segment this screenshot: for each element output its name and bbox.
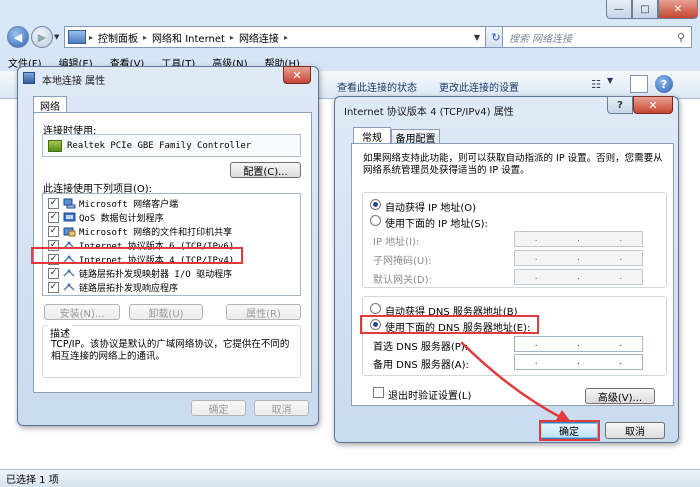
ok-button[interactable]: 确定: [191, 400, 246, 416]
manual-dns-label[interactable]: 使用下面的 DNS 服务器地址(E):: [385, 319, 530, 334]
advanced-button[interactable]: 高级(V)...: [585, 388, 655, 404]
back-arrow-icon[interactable]: ◀: [7, 26, 29, 48]
help-icon[interactable]: ?: [607, 96, 633, 114]
ip-address-label: IP 地址(I):: [373, 237, 420, 248]
alternate-dns-field[interactable]: ...: [514, 354, 643, 370]
list-item[interactable]: ✓ 链路层拓扑发现映射器 I/O 驱动程序: [48, 267, 232, 280]
list-item[interactable]: ✓ Microsoft 网络的文件和打印机共享: [48, 225, 232, 238]
change-settings-command[interactable]: 更改此连接的设置: [439, 79, 519, 94]
network-adapter-icon: [23, 72, 35, 84]
radio-selected-dot: [373, 322, 378, 327]
selection-status: 已选择 1 项: [6, 475, 59, 486]
close-icon[interactable]: ✕: [283, 66, 311, 84]
breadcrumb-separator-icon[interactable]: ▸: [227, 33, 237, 42]
close-icon[interactable]: ✕: [633, 96, 673, 114]
maximize-button[interactable]: □: [632, 0, 658, 19]
breadcrumb-network-internet[interactable]: 网络和 Internet: [150, 30, 227, 45]
adapter-name: Realtek PCIe GBE Family Controller: [67, 140, 252, 151]
auto-ip-label[interactable]: 自动获得 IP 地址(O): [385, 199, 476, 214]
item-checkbox[interactable]: ✓: [48, 282, 59, 293]
breadcrumb-network-connections[interactable]: 网络连接: [237, 30, 281, 45]
validate-settings-label[interactable]: 退出时验证设置(L): [388, 387, 471, 402]
ok-highlight-annotation: [539, 420, 600, 441]
search-input[interactable]: 搜索 网络连接 ⚲: [502, 26, 692, 48]
tab-alternate-configuration[interactable]: 备用配置: [391, 129, 440, 145]
components-list: ✓ Microsoft 网络客户端 ✓ QoS 数据包计划程序 ✓ Micros…: [42, 193, 301, 296]
item-checkbox[interactable]: ✓: [48, 268, 59, 279]
file-share-icon: [63, 227, 76, 237]
preferred-dns-field[interactable]: ...: [514, 336, 643, 352]
preview-pane-icon[interactable]: [630, 75, 648, 93]
cancel-button[interactable]: 取消: [605, 422, 665, 439]
recent-pages-chevron-icon[interactable]: ▼: [54, 33, 59, 41]
control-panel-icon: [68, 30, 86, 44]
radio-selected-dot: [373, 202, 378, 207]
protocol-icon: [63, 283, 75, 291]
cancel-button[interactable]: 取消: [254, 400, 309, 416]
manual-dns-radio[interactable]: [370, 319, 381, 330]
protocol-icon: [63, 269, 75, 277]
item-checkbox[interactable]: ✓: [48, 198, 59, 209]
list-item[interactable]: ✓ Microsoft 网络客户端: [48, 197, 178, 210]
breadcrumb-separator-icon[interactable]: ▸: [140, 33, 150, 42]
close-window-button[interactable]: ✕: [658, 0, 698, 19]
breadcrumb-separator-icon[interactable]: ▸: [281, 33, 291, 42]
ipv4-highlight-annotation: [31, 247, 243, 264]
network-client-icon: [63, 198, 76, 209]
item-label: QoS 数据包计划程序: [79, 214, 164, 224]
preferred-dns-label: 首选 DNS 服务器(P):: [373, 342, 469, 353]
intro-text: 如果网络支持此功能，则可以获取自动指派的 IP 设置。否则，您需要从网络系统管理…: [363, 153, 663, 176]
subnet-mask-field[interactable]: ...: [514, 250, 643, 266]
ip-address-field[interactable]: ...: [514, 231, 643, 247]
status-bar: 已选择 1 项: [0, 469, 700, 487]
manual-ip-radio[interactable]: [370, 215, 381, 226]
search-placeholder: 搜索 网络连接: [509, 33, 573, 45]
dialog-title: Internet 协议版本 4 (TCP/IPv4) 属性: [344, 107, 514, 118]
adapter-box: Realtek PCIe GBE Family Controller: [42, 134, 301, 157]
item-checkbox[interactable]: ✓: [48, 212, 59, 223]
help-icon[interactable]: ?: [655, 75, 673, 93]
item-label: Microsoft 网络的文件和打印机共享: [79, 228, 233, 238]
auto-dns-radio[interactable]: [370, 303, 381, 314]
item-label: 链路层拓扑发现响应程序: [79, 284, 179, 294]
item-checkbox[interactable]: ✓: [48, 226, 59, 237]
breadcrumb-control-panel[interactable]: 控制面板: [96, 30, 140, 45]
uninstall-button[interactable]: 卸载(U): [129, 304, 203, 320]
properties-button[interactable]: 属性(R): [226, 304, 301, 320]
install-button[interactable]: 安装(N)...: [44, 304, 120, 320]
view-status-command[interactable]: 查看此连接的状态: [337, 79, 417, 94]
breadcrumb-separator-icon[interactable]: ▸: [86, 33, 96, 42]
minimize-button[interactable]: —: [606, 0, 632, 19]
network-card-icon: [48, 139, 62, 152]
view-options-icon[interactable]: ☷: [585, 75, 607, 93]
search-icon[interactable]: ⚲: [677, 31, 685, 44]
alternate-dns-label: 备用 DNS 服务器(A):: [373, 360, 469, 371]
list-item[interactable]: ✓ 链路层拓扑发现响应程序: [48, 281, 178, 294]
gateway-label: 默认网关(D):: [373, 275, 432, 286]
item-label: Microsoft 网络客户端: [79, 200, 179, 210]
subnet-mask-label: 子网掩码(U):: [373, 256, 432, 267]
tab-network[interactable]: 网络: [33, 96, 67, 113]
item-label: 链路层拓扑发现映射器 I/O 驱动程序: [79, 270, 233, 280]
address-dropdown-icon[interactable]: ▼: [470, 26, 484, 48]
description-text: TCP/IP。该协议是默认的广域网络协议，它提供在不同的相互连接的网络上的通讯。: [51, 339, 290, 362]
list-item[interactable]: ✓ QoS 数据包计划程序: [48, 211, 164, 224]
validate-settings-checkbox[interactable]: [373, 387, 384, 398]
auto-ip-radio[interactable]: [370, 199, 381, 210]
view-dropdown-icon[interactable]: ▼: [607, 76, 613, 85]
dialog-title: 本地连接 属性: [42, 76, 106, 87]
qos-icon: [63, 212, 76, 222]
gateway-field[interactable]: ...: [514, 269, 643, 285]
address-bar[interactable]: ▸ 控制面板 ▸ 网络和 Internet ▸ 网络连接 ▸: [64, 26, 497, 48]
tab-general[interactable]: 常规: [353, 127, 391, 144]
manual-ip-label[interactable]: 使用下面的 IP 地址(S):: [385, 215, 488, 230]
forward-arrow-icon[interactable]: ▶: [31, 26, 53, 48]
configure-button[interactable]: 配置(C)...: [230, 162, 301, 178]
description-label: 描述: [48, 325, 72, 340]
